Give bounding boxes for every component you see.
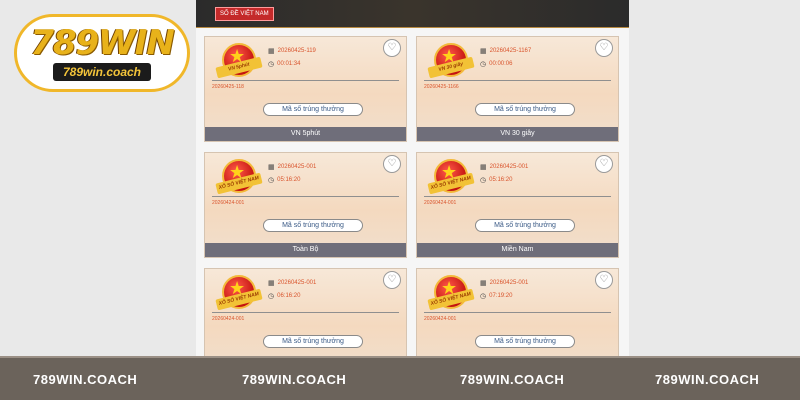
panel-header: SỐ ĐỀ VIỆT NAM (196, 0, 629, 28)
footer-domain-3: 789WIN.COACH (460, 372, 565, 387)
winning-numbers-button[interactable]: Mã số trúng thưởng (475, 219, 575, 232)
draw-row: ▦ 20260425-1167 (480, 47, 531, 55)
game-name[interactable]: VN 5phút (205, 127, 406, 141)
heart-icon[interactable]: ♡ (595, 39, 613, 57)
heart-icon[interactable]: ♡ (595, 155, 613, 173)
countdown-time: 00:00:06 (489, 61, 513, 67)
clock-icon: ◷ (480, 293, 487, 300)
lottery-panel: SỐ ĐỀ VIỆT NAM ★ VN 5phút ♡ ▦ 20260425-119 ◷ 0… (196, 0, 629, 356)
clock-icon: ◷ (480, 61, 487, 68)
countdown-row: ◷ 05:16:20 (480, 176, 512, 184)
countdown-time: 05:16:20 (489, 177, 513, 183)
vietnam-flag-medal-icon: ★ XỔ SỐ VIỆT NAM (215, 275, 263, 315)
countdown-row: ◷ 05:16:20 (268, 176, 300, 184)
countdown-time: 00:01:34 (277, 61, 301, 67)
draw-number: 20260425-001 (277, 280, 317, 286)
winning-numbers-button[interactable]: Mã số trúng thưởng (263, 335, 363, 348)
vietnam-flag-medal-icon: ★ XỔ SỐ VIỆT NAM (427, 159, 475, 199)
heart-icon[interactable]: ♡ (383, 39, 401, 57)
draw-row: ▦ 20260425-001 (480, 163, 528, 171)
draw-row: ▦ 20260425-001 (480, 279, 528, 287)
winning-numbers-button[interactable]: Mã số trúng thưởng (475, 335, 575, 348)
calendar-icon: ▦ (268, 164, 275, 171)
logo-domain: 789win.coach (52, 63, 152, 81)
calendar-icon: ▦ (268, 48, 275, 55)
lottery-card[interactable]: ★ XỔ SỐ VIỆT NAM ♡ ▦ 20260425-001 ◷ 05:16:20 20… (204, 152, 407, 258)
winning-numbers-button[interactable]: Mã số trúng thưởng (263, 103, 363, 116)
heart-icon[interactable]: ♡ (383, 271, 401, 289)
winning-numbers-button[interactable]: Mã số trúng thưởng (263, 219, 363, 232)
countdown-row: ◷ 00:00:06 (480, 60, 512, 68)
calendar-icon: ▦ (268, 280, 275, 287)
draw-number: 20260425-001 (489, 280, 529, 286)
lottery-card[interactable]: ★ VN 5phút ♡ ▦ 20260425-119 ◷ 00:01:34 20260425… (204, 36, 407, 142)
previous-draw: 20260424-001 (424, 312, 611, 322)
draw-row: ▦ 20260425-119 (268, 47, 316, 55)
clock-icon: ◷ (268, 61, 275, 68)
footer-domain-2: 789WIN.COACH (242, 372, 347, 387)
footer-banner: 789WIN.COACH 789WIN.COACH 789WIN.COACH 7… (0, 356, 800, 400)
vietnam-flag-medal-icon: ★ VN 30 giây (427, 43, 475, 83)
calendar-icon: ▦ (480, 164, 487, 171)
previous-draw: 20260424-001 (212, 196, 399, 206)
countdown-time: 06:16:20 (277, 293, 301, 299)
calendar-icon: ▦ (480, 48, 487, 55)
countdown-time: 07:19:20 (489, 293, 513, 299)
vietnam-flag-medal-icon: ★ VN 5phút (215, 43, 263, 83)
lottery-card[interactable]: ★ VN 30 giây ♡ ▦ 20260425-1167 ◷ 00:00:06 20260… (416, 36, 619, 142)
vietnam-flag-medal-icon: ★ XỔ SỐ VIỆT NAM (215, 159, 263, 199)
countdown-row: ◷ 07:19:20 (480, 292, 512, 300)
countdown-time: 05:16:20 (277, 177, 301, 183)
previous-draw: 20260424-001 (212, 312, 399, 322)
draw-number: 20260425-1167 (489, 48, 532, 54)
brand-logo[interactable]: 789WIN 789win.coach (14, 14, 190, 92)
tab-so-de-viet-nam[interactable]: SỐ ĐỀ VIỆT NAM (215, 6, 274, 21)
game-name[interactable]: Toàn Bộ (205, 243, 406, 257)
lottery-card[interactable]: ★ XỔ SỐ VIỆT NAM ♡ ▦ 20260425-001 ◷ 05:16:20 20… (416, 152, 619, 258)
clock-icon: ◷ (480, 177, 487, 184)
draw-row: ▦ 20260425-001 (268, 163, 316, 171)
draw-number: 20260425-119 (277, 48, 316, 54)
draw-number: 20260425-001 (277, 164, 317, 170)
footer-domain-1: 789WIN.COACH (33, 372, 138, 387)
footer-domain-4: 789WIN.COACH (655, 372, 760, 387)
clock-icon: ◷ (268, 293, 275, 300)
previous-draw: 20260424-001 (424, 196, 611, 206)
countdown-row: ◷ 06:16:20 (268, 292, 300, 300)
previous-draw: 20260425-118 (212, 80, 399, 90)
lottery-card[interactable]: ★ XỔ SỐ VIỆT NAM ♡ ▦ 20260425-001 ◷ 07:19:20 20… (416, 268, 619, 356)
draw-number: 20260425-001 (489, 164, 529, 170)
countdown-row: ◷ 00:01:34 (268, 60, 300, 68)
game-name[interactable]: VN 30 giây (417, 127, 618, 141)
clock-icon: ◷ (268, 177, 275, 184)
logo-wordmark: 789WIN (30, 23, 175, 63)
winning-numbers-button[interactable]: Mã số trúng thưởng (475, 103, 575, 116)
previous-draw: 20260425-1166 (424, 80, 611, 90)
game-name[interactable]: Miền Nam (417, 243, 618, 257)
draw-row: ▦ 20260425-001 (268, 279, 316, 287)
heart-icon[interactable]: ♡ (595, 271, 613, 289)
heart-icon[interactable]: ♡ (383, 155, 401, 173)
calendar-icon: ▦ (480, 280, 487, 287)
vietnam-flag-medal-icon: ★ XỔ SỐ VIỆT NAM (427, 275, 475, 315)
lottery-card[interactable]: ★ XỔ SỐ VIỆT NAM ♡ ▦ 20260425-001 ◷ 06:16:20 20… (204, 268, 407, 356)
